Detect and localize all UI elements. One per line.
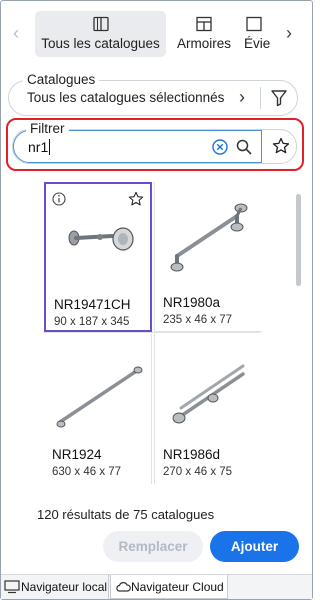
catalogues-label: Catalogues [23, 72, 100, 87]
cloud-icon [116, 582, 131, 592]
tab-sinks[interactable]: Évie [244, 11, 275, 57]
product-name: NR1980a [163, 295, 221, 310]
text-caret [49, 139, 51, 155]
product-dimensions: 270 x 46 x 75 [163, 466, 233, 478]
tab-sinks-label: Évie [244, 36, 271, 51]
clear-icon[interactable] [212, 139, 228, 155]
book-icon [92, 16, 109, 32]
shower-head-thumbnail [68, 227, 134, 251]
catalog-tab-strip: ‹ Tous les catalogues Armoires Évie › [0, 8, 313, 58]
cabinet-icon [196, 16, 212, 32]
product-card[interactable]: NR1980a 235 x 46 x 77 [154, 182, 262, 332]
product-card[interactable]: NR1924 630 x 46 x 77 [44, 334, 152, 484]
tab-cabinets-label: Armoires [176, 36, 231, 51]
scroll-right-icon[interactable]: › [281, 22, 297, 44]
scroll-left-icon[interactable]: ‹ [8, 22, 24, 44]
double-towel-bar-thumbnail [172, 364, 245, 424]
tab-cloud-browser-label: Navigateur Cloud [131, 580, 224, 594]
tab-local-browser[interactable]: Navigateur local [1, 575, 109, 599]
scrollbar-thumb[interactable] [296, 194, 301, 286]
filter-highlight: Filtrer nr1 [6, 118, 304, 171]
tab-all-catalogues-label: Tous les catalogues [41, 36, 160, 51]
grid-divider [44, 332, 260, 333]
results-count: 120 résultats de 75 catalogues [37, 507, 215, 522]
filter-input-value: nr1 [28, 139, 49, 155]
catalog-tabs: Tous les catalogues Armoires Évie [35, 11, 275, 57]
catalogues-value: Tous les catalogues sélectionnés [27, 90, 225, 105]
product-dimensions: 90 x 187 x 345 [54, 316, 130, 328]
catalogues-selector[interactable]: Catalogues Tous les catalogues sélection… [8, 72, 298, 116]
add-button[interactable]: Ajouter [210, 531, 299, 562]
product-name: NR19471CH [54, 297, 131, 312]
funnel-icon[interactable] [270, 88, 288, 108]
product-name: NR1986d [163, 447, 221, 462]
filter-field[interactable]: Filtrer nr1 [13, 121, 262, 163]
filter-input[interactable]: nr1 [28, 139, 51, 155]
towel-bar-thumbnail [170, 203, 248, 272]
tab-cloud-browser[interactable]: Navigateur Cloud [110, 575, 228, 599]
star-icon[interactable] [272, 137, 290, 155]
replace-button[interactable]: Remplacer [103, 531, 203, 562]
tab-local-browser-label: Navigateur local [21, 580, 108, 594]
product-name: NR1924 [52, 447, 102, 462]
computer-icon [4, 580, 20, 594]
tab-all-catalogues[interactable]: Tous les catalogues [35, 11, 166, 57]
product-dimensions: 630 x 46 x 77 [52, 466, 122, 478]
divider [260, 87, 261, 109]
long-towel-bar-thumbnail [56, 366, 143, 428]
bottom-tab-bar: Navigateur local Navigateur Cloud [1, 574, 312, 599]
sink-icon [246, 16, 262, 32]
product-grid: NR19471CH 90 x 187 x 345 NR1980a 235 x 4… [44, 182, 262, 484]
product-card[interactable]: NR19471CH 90 x 187 x 345 [44, 182, 152, 332]
search-icon[interactable] [236, 139, 252, 155]
tab-cabinets[interactable]: Armoires [172, 11, 236, 57]
chevron-right-icon[interactable]: › [239, 88, 253, 106]
product-dimensions: 235 x 46 x 77 [163, 314, 233, 326]
filter-label: Filtrer [26, 121, 69, 136]
product-card[interactable]: NR1986d 270 x 46 x 75 [154, 334, 262, 484]
filter-group: Filtrer nr1 [12, 121, 297, 164]
